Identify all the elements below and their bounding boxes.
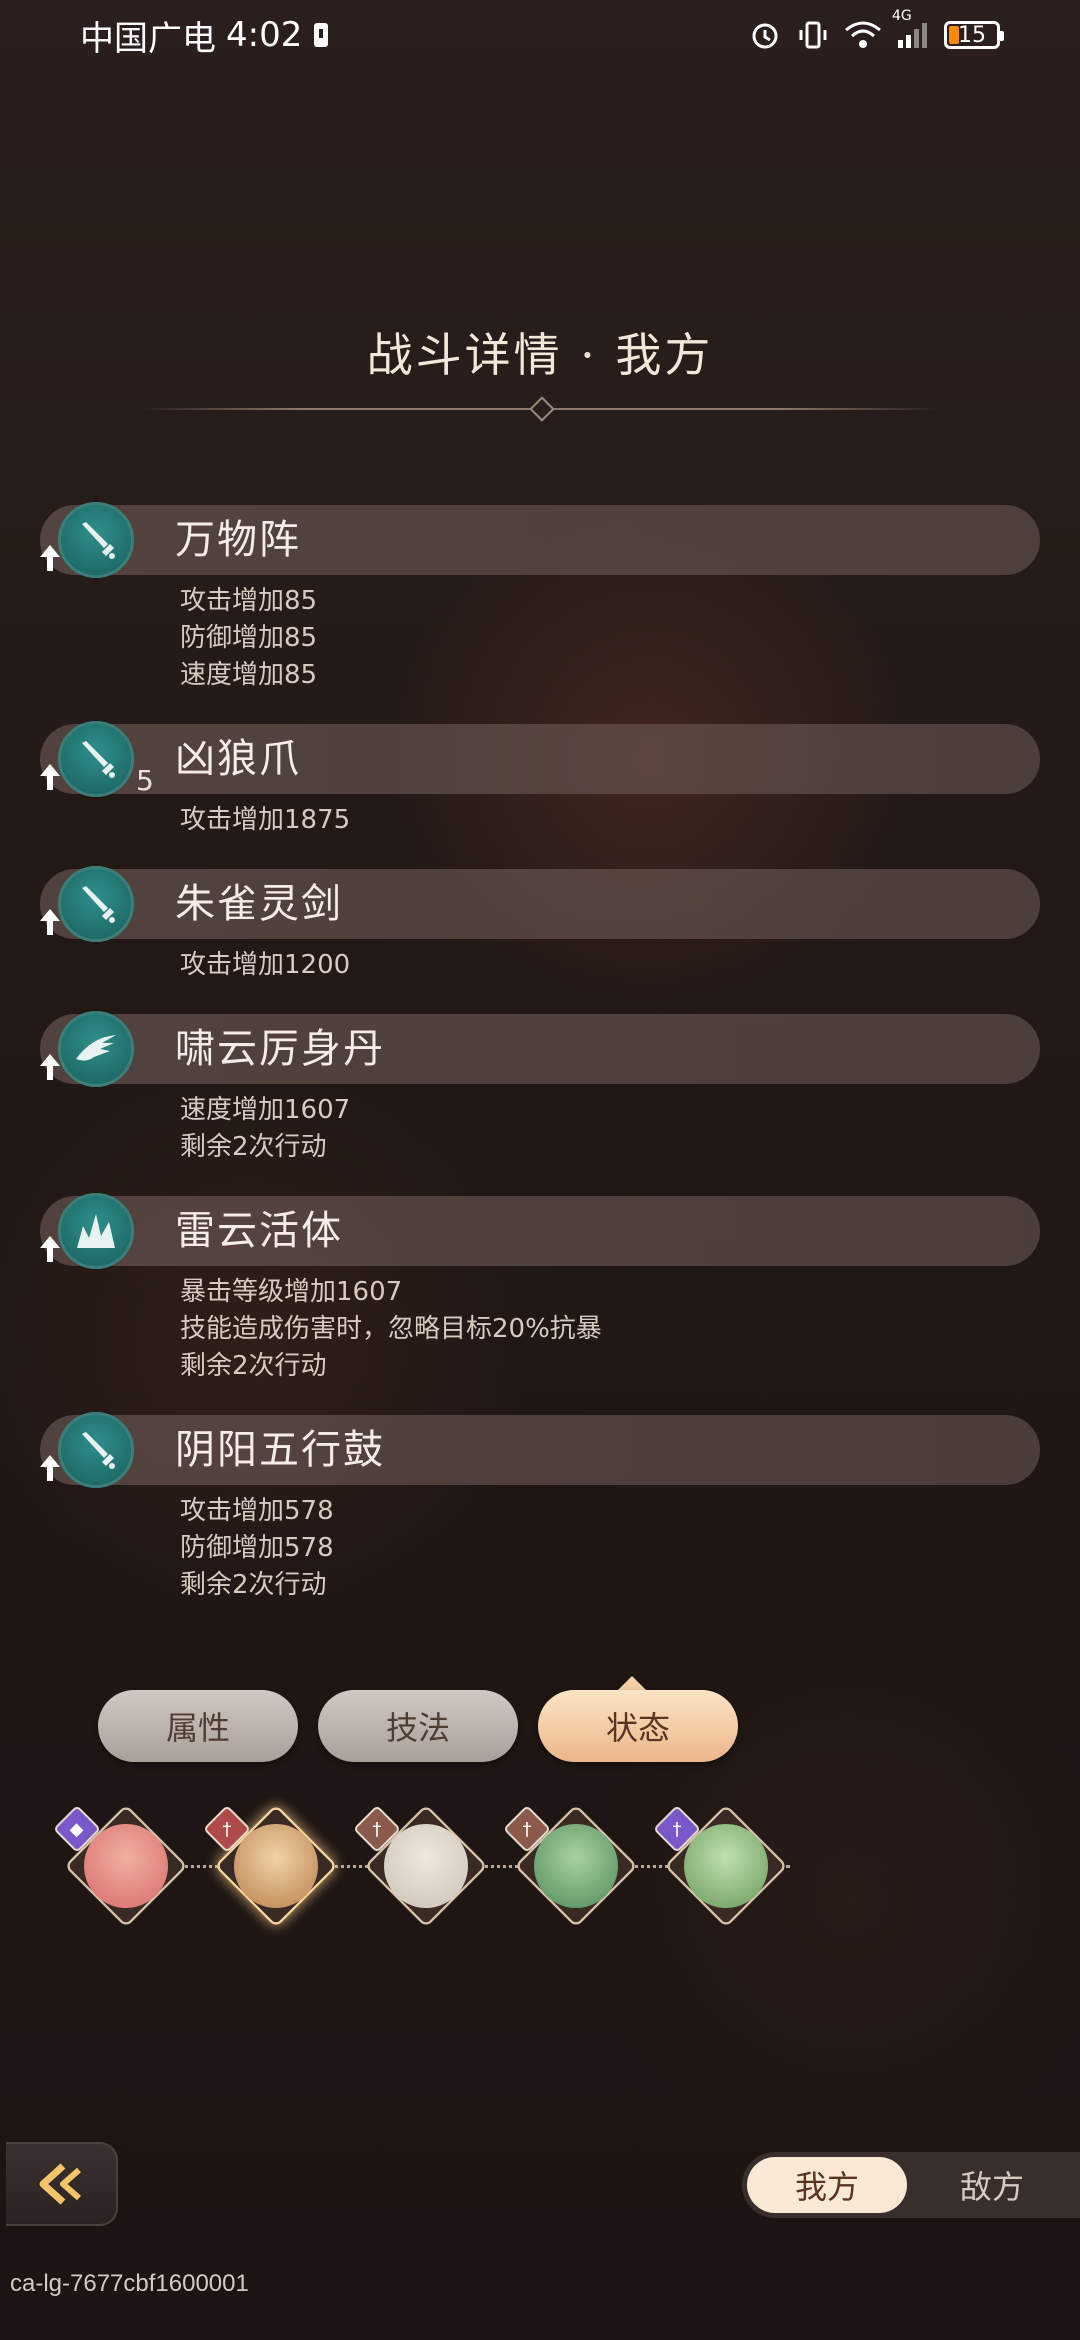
effect-detail: 技能造成伤害时，忽略目标20%抗暴 [180,1314,602,1344]
effect-detail: 攻击增加1875 [180,805,351,835]
effect-item: 5 凶狼爪 攻击增加1875 [40,721,1040,839]
wifi-icon [844,20,882,50]
effect-name: 阴阳五行鼓 [175,1427,385,1473]
effect-name: 万物阵 [175,517,301,563]
status-bar: 中国广电 4:02 4G 15 [0,0,1080,70]
vibrate-icon [796,18,830,52]
effect-name: 啸云厉身丹 [175,1026,385,1072]
effect-name: 朱雀灵剑 [175,881,343,927]
panel-header: 战斗详情 · 我方 [140,300,940,422]
character-portrait[interactable]: ◆ [52,1804,188,1928]
tab-skills[interactable]: 技法 [318,1690,518,1762]
signal-icon: 4G [892,8,930,50]
effect-name-bar: 雷云活体 [40,1193,1040,1269]
character-face-icon [234,1824,318,1908]
effect-detail: 防御增加85 [180,623,318,653]
effect-detail: 剩余2次行动 [180,1570,327,1600]
effect-name: 雷云活体 [175,1208,343,1254]
detail-tabs: 属性 技法 状态 [98,1690,738,1762]
character-face-icon [534,1824,618,1908]
character-portrait[interactable]: † [202,1804,338,1928]
effect-detail: 暴击等级增加1607 [180,1277,403,1307]
effect-detail: 攻击增加85 [180,586,318,616]
tab-attributes[interactable]: 属性 [98,1690,298,1762]
character-portrait[interactable]: † [502,1804,638,1928]
effect-detail: 剩余2次行动 [180,1132,327,1162]
effect-name-bar: 啸云厉身丹 [40,1011,1040,1087]
battery-level: 15 [958,22,986,48]
effect-item: 阴阳五行鼓 攻击增加578 防御增加578 剩余2次行动 [40,1412,1040,1604]
effect-detail: 攻击增加578 [180,1496,334,1526]
effect-item: 啸云厉身丹 速度增加1607 剩余2次行动 [40,1011,1040,1166]
back-chevron-icon [39,2163,81,2205]
effect-item: 朱雀灵剑 攻击增加1200 [40,866,1040,984]
sword-icon [58,866,134,942]
effect-name: 凶狼爪 [175,736,301,782]
effect-item: 万物阵 攻击增加85 防御增加85 速度增加85 [40,502,1040,694]
side-toggle: 我方 敌方 [742,2152,1080,2218]
back-button[interactable] [6,2142,118,2226]
build-id-label: ca-lg-7677cbf1600001 [10,2270,249,2297]
wing-icon [58,1011,134,1087]
panel-title: 战斗详情 · 我方 [366,328,714,382]
character-portrait[interactable]: † [652,1804,788,1928]
character-face-icon [384,1824,468,1908]
effect-name-bar: 5 凶狼爪 [40,721,1040,797]
effect-item: 雷云活体 暴击等级增加1607 技能造成伤害时，忽略目标20%抗暴 剩余2次行动 [40,1193,1040,1385]
sword-icon [58,721,134,797]
effect-stack-count: 5 [136,764,154,797]
character-face-icon [684,1824,768,1908]
tab-status[interactable]: 状态 [538,1690,738,1762]
effect-detail: 速度增加85 [180,660,318,690]
sword-icon [58,502,134,578]
active-tab-caret-icon [618,1676,646,1690]
effect-name-bar: 朱雀灵剑 [40,866,1040,942]
clock: 4:02 [226,15,303,55]
character-face-icon [84,1824,168,1908]
alarm-icon [748,18,782,52]
toggle-ours[interactable]: 我方 [747,2157,907,2213]
toggle-enemy[interactable]: 敌方 [912,2157,1072,2213]
character-roster: ◆ † † † † [52,1804,830,1930]
effect-detail: 速度增加1607 [180,1095,351,1125]
effect-detail: 防御增加578 [180,1533,334,1563]
sword-icon [58,1412,134,1488]
effect-detail: 攻击增加1200 [180,950,351,980]
effect-name-bar: 阴阳五行鼓 [40,1412,1040,1488]
burst-icon [58,1193,134,1269]
carrier-label: 中国广电 [80,18,216,59]
status-effect-list: 万物阵 攻击增加85 防御增加85 速度增加85 5 凶狼爪 攻击增加1875 [40,502,1040,1634]
battery-icon: 15 [944,21,1004,49]
sim-icon [312,21,330,49]
effect-name-bar: 万物阵 [40,502,1040,578]
character-portrait[interactable]: † [352,1804,488,1928]
effect-detail: 剩余2次行动 [180,1351,327,1381]
